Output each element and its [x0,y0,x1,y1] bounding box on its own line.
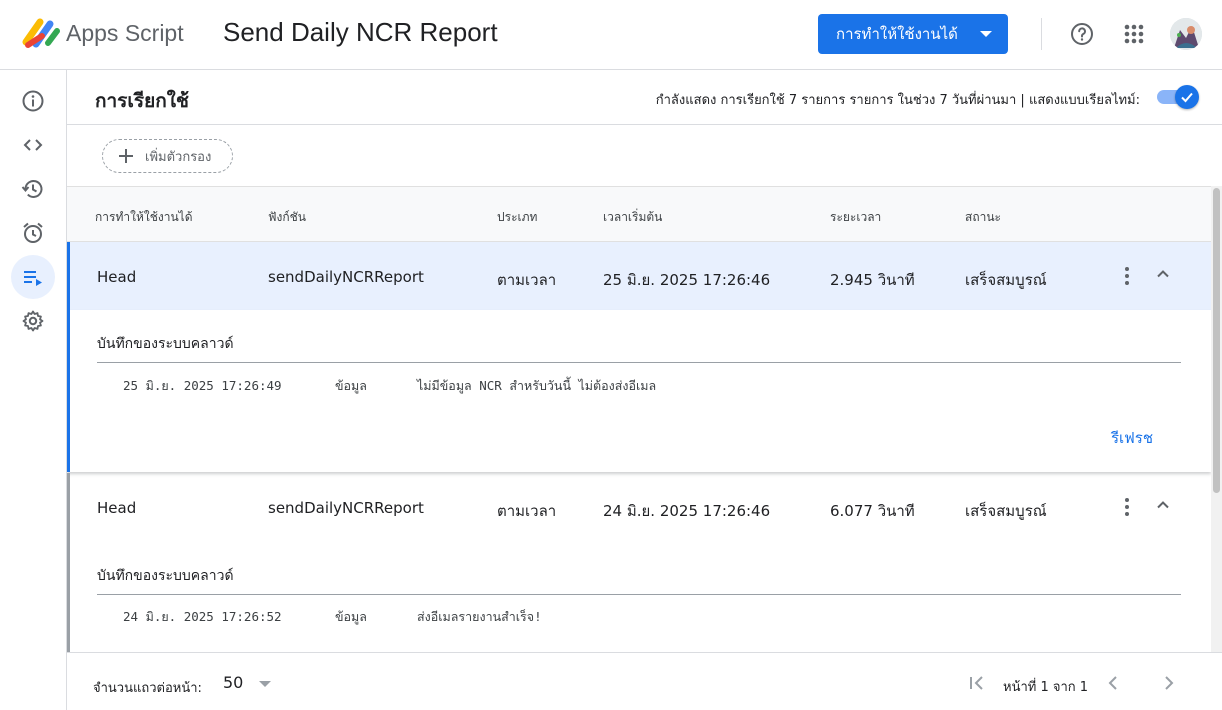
log-divider [97,594,1181,595]
table-header: การทำให้ใช้งานได้ ฟังก์ชัน ประเภท เวลาเร… [67,186,1211,242]
project-title[interactable]: Send Daily NCR Report [223,17,498,48]
table-row[interactable]: Head sendDailyNCRReport ตามเวลา 25 มิ.ย.… [67,242,1211,310]
chevron-right-icon[interactable] [1159,673,1179,693]
check-icon [1181,92,1193,103]
chevron-left-icon[interactable] [1103,673,1123,693]
pagination-footer: จำนวนแถวต่อหน้า: 50 หน้าที่ 1 จาก 1 [67,652,1222,710]
more-vert-icon[interactable] [1119,495,1135,519]
first-page-icon[interactable] [967,673,987,693]
executions-summary: กำลังแสดง การเรียกใช้ 7 รายการ รายการ ใน… [655,93,1140,108]
nav-executions[interactable] [11,255,55,299]
column-header-start-time[interactable]: เวลาเริ่มต้น [603,208,662,227]
avatar[interactable] [1170,18,1202,50]
brand-name[interactable]: Apps Script [66,20,184,47]
row-accent [67,473,70,652]
realtime-toggle[interactable] [1157,84,1199,110]
rows-per-page-select[interactable]: 50 [223,673,243,692]
refresh-link[interactable]: รีเฟรช [1111,426,1153,450]
execution-log-panel: บันทึกของระบบคลาวด์ 24 มิ.ย. 2025 17:26:… [67,541,1211,652]
apps-script-logo-icon[interactable] [22,16,62,50]
cell-type: ตามเวลา [497,271,557,289]
add-filter-button[interactable]: เพิ่มตัวกรอง [102,139,233,173]
executions-header: การเรียกใช้ กำลังแสดง การเรียกใช้ 7 รายก… [67,70,1222,125]
add-filter-label: เพิ่มตัวกรอง [145,149,212,165]
log-entry-time: 25 มิ.ย. 2025 17:26:49 [123,378,282,393]
toolbar-divider [1041,18,1042,50]
executions-table: การทำให้ใช้งานได้ ฟังก์ชัน ประเภท เวลาเร… [67,186,1211,652]
cell-function: sendDailyNCRReport [268,499,424,517]
cell-duration: 2.945 วินาที [830,271,915,289]
google-apps-icon[interactable] [1123,23,1145,45]
column-header-deployment[interactable]: การทำให้ใช้งานได้ [95,208,193,227]
alarm-icon [23,222,43,243]
nav-project-history[interactable] [11,167,55,211]
plus-icon [119,149,133,163]
info-icon [22,90,44,112]
log-entry-level: ข้อมูล [335,609,367,624]
cell-function: sendDailyNCRReport [268,268,424,286]
cell-duration: 6.077 วินาที [830,502,915,520]
log-entry-time: 24 มิ.ย. 2025 17:26:52 [123,609,282,624]
executions-icon [24,271,42,286]
page-title: การเรียกใช้ [95,90,189,112]
cell-start-time: 24 มิ.ย. 2025 17:26:46 [603,502,771,520]
table-row[interactable]: Head sendDailyNCRReport ตามเวลา 24 มิ.ย.… [67,473,1211,541]
more-vert-icon[interactable] [1119,264,1135,288]
toggle-knob [1175,85,1199,109]
help-icon[interactable] [1070,22,1094,46]
chevron-down-icon[interactable] [259,681,271,687]
log-entry-message: ส่งอีเมลรายงานสำเร็จ! [417,609,542,624]
log-divider [97,362,1181,363]
cell-start-time: 25 มิ.ย. 2025 17:26:46 [603,271,771,289]
rows-per-page-label: จำนวนแถวต่อหน้า: [93,681,202,696]
chevron-down-icon [980,31,992,37]
history-icon [21,180,43,198]
cell-deployment: Head [97,268,137,286]
column-header-type[interactable]: ประเภท [497,208,537,227]
left-nav [0,70,67,710]
log-entry-level: ข้อมูล [335,378,367,393]
nav-editor[interactable] [11,123,55,167]
table-scrollbar[interactable] [1211,186,1222,652]
execution-log-panel: บันทึกของระบบคลาวด์ 25 มิ.ย. 2025 17:26:… [67,310,1211,472]
gear-icon [22,310,44,332]
log-panel-title: บันทึกของระบบคลาวด์ [97,568,234,584]
cell-status: เสร็จสมบูรณ์ [965,502,1047,520]
deploy-button-label: การทำให้ใช้งานได้ [836,25,958,43]
log-panel-title: บันทึกของระบบคลาวด์ [97,336,234,352]
column-header-function[interactable]: ฟังก์ชัน [268,208,306,227]
avatar-image-icon [1170,18,1202,50]
chevron-up-icon[interactable] [1155,497,1171,513]
log-entry-message: ไม่มีข้อมูล NCR สำหรับวันนี้ ไม่ต้องส่งอ… [417,378,657,393]
nav-triggers[interactable] [11,211,55,255]
top-bar: Apps Script Send Daily NCR Report การทำใ… [0,0,1222,70]
column-header-status[interactable]: สถานะ [965,208,1001,227]
cell-type: ตามเวลา [497,502,557,520]
cell-deployment: Head [97,499,137,517]
deploy-button[interactable]: การทำให้ใช้งานได้ [818,14,1008,54]
column-header-duration[interactable]: ระยะเวลา [830,208,881,227]
scrollbar-thumb[interactable] [1213,188,1220,493]
chevron-up-icon[interactable] [1155,266,1171,282]
page-info: หน้าที่ 1 จาก 1 [1003,680,1089,695]
cell-status: เสร็จสมบูรณ์ [965,271,1047,289]
nav-settings[interactable] [11,299,55,343]
nav-overview[interactable] [11,79,55,123]
selected-row-accent [67,242,70,472]
code-icon [23,139,43,151]
